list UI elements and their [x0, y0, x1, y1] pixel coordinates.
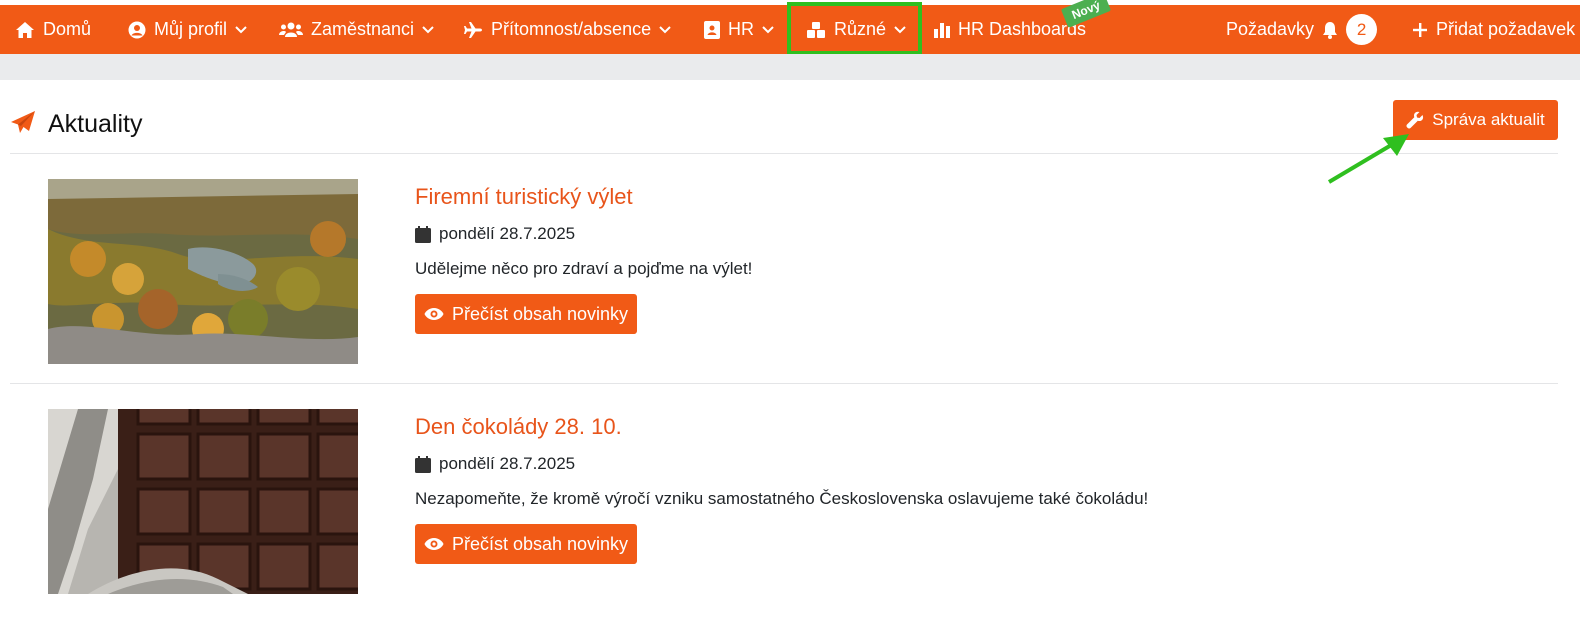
- news-item: Firemní turistický výlet pondělí 28.7.20…: [10, 154, 1558, 384]
- add-request-label: Přidat požadavek: [1436, 19, 1576, 39]
- news-date-text: pondělí 28.7.2025: [439, 454, 576, 473]
- sub-bar: [0, 54, 1580, 80]
- nav-item-employees[interactable]: Zaměstnanci: [279, 5, 434, 54]
- paper-plane-icon: [10, 110, 36, 139]
- plus-icon: [1412, 22, 1428, 38]
- read-news-label: Přečíst obsah novinky: [451, 303, 629, 324]
- requests-button[interactable]: Požadavky 2: [1226, 5, 1378, 54]
- nav-item-hr[interactable]: HR: [704, 5, 774, 54]
- nav-item-attendance[interactable]: Přítomnost/absence: [463, 5, 671, 54]
- calendar-icon: [415, 225, 431, 243]
- bar-chart-icon: [934, 22, 950, 38]
- page-header: Aktuality Správa aktualit: [10, 100, 1558, 154]
- main-navbar: Domů Můj profil Zaměstnanci Přítomnost/a…: [0, 5, 1580, 54]
- page-title-wrap: Aktuality: [10, 110, 142, 139]
- news-title[interactable]: Den čokolády 28. 10.: [415, 414, 1148, 440]
- calendar-icon: [415, 455, 431, 473]
- news-date: pondělí 28.7.2025: [415, 224, 752, 244]
- manage-news-label: Správa aktualit: [1432, 110, 1545, 129]
- nav-item-my-profile[interactable]: Můj profil: [128, 5, 247, 54]
- news-body: Firemní turistický výlet pondělí 28.7.20…: [415, 184, 752, 334]
- read-news-button[interactable]: Přečíst obsah novinky: [415, 294, 637, 334]
- news-item: Den čokolády 28. 10. pondělí 28.7.2025 N…: [10, 384, 1558, 614]
- news-image-autumn-valley: [48, 179, 358, 364]
- nav-item-home[interactable]: Domů: [15, 5, 91, 54]
- user-circle-icon: [128, 21, 146, 39]
- nav-item-label: Přítomnost/absence: [491, 19, 652, 39]
- requests-count-badge: 2: [1346, 14, 1378, 45]
- news-date-text: pondělí 28.7.2025: [439, 224, 576, 243]
- chevron-down-icon: [235, 25, 247, 34]
- news-body: Den čokolády 28. 10. pondělí 28.7.2025 N…: [415, 414, 1148, 564]
- nav-item-label: HR: [728, 19, 754, 39]
- wrench-icon: [1406, 111, 1424, 129]
- read-news-label: Přečíst obsah novinky: [451, 533, 629, 554]
- chevron-down-icon: [659, 25, 671, 34]
- chevron-down-icon: [422, 25, 434, 34]
- news-image-chocolate: [48, 409, 358, 594]
- manage-news-button[interactable]: Správa aktualit: [1393, 100, 1558, 140]
- requests-label: Požadavky: [1226, 19, 1315, 39]
- news-perex: Nezapomeňte, že kromě výročí vzniku samo…: [415, 489, 1149, 508]
- cubes-icon: [806, 21, 826, 39]
- address-book-icon: [704, 20, 720, 39]
- nav-item-label: Různé: [834, 19, 887, 39]
- home-icon: [15, 21, 35, 39]
- read-news-button[interactable]: Přečíst obsah novinky: [415, 524, 637, 564]
- nav-item-label: Můj profil: [154, 19, 228, 39]
- add-request-button[interactable]: Přidat požadavek: [1412, 5, 1575, 54]
- page-title: Aktuality: [48, 110, 143, 138]
- users-icon: [279, 21, 303, 39]
- nav-item-label: Zaměstnanci: [311, 19, 415, 39]
- news-perex: Udělejme něco pro zdraví a pojďme na výl…: [415, 259, 753, 278]
- chevron-down-icon: [894, 25, 906, 34]
- nav-item-label: Domů: [43, 19, 92, 39]
- plane-icon: [463, 21, 483, 39]
- news-date: pondělí 28.7.2025: [415, 454, 1148, 474]
- nav-item-misc[interactable]: Různé: [806, 5, 906, 54]
- news-title[interactable]: Firemní turistický výlet: [415, 184, 752, 210]
- eye-icon: [424, 307, 444, 321]
- bell-icon: [1322, 21, 1338, 39]
- chevron-down-icon: [762, 25, 774, 34]
- eye-icon: [424, 537, 444, 551]
